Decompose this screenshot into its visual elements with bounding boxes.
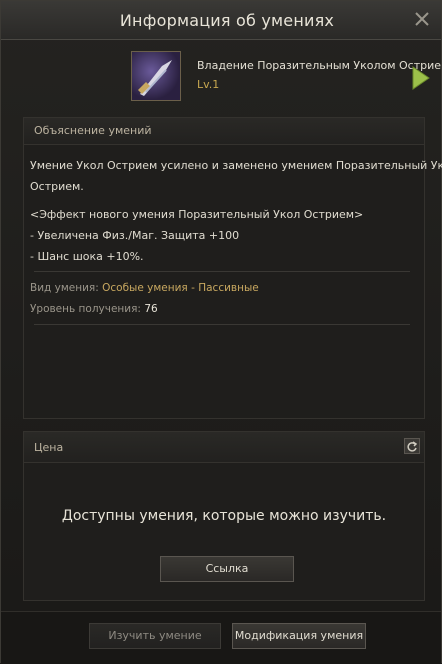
description-body: Умение Укол Острием усилено и заменено у… [24, 145, 442, 325]
learn-skill-button[interactable]: Изучить умение [89, 623, 221, 649]
refresh-icon[interactable] [404, 438, 420, 454]
divider [34, 324, 410, 325]
description-line: Острием. [30, 180, 84, 193]
acquire-level-label: Уровень получения [30, 303, 138, 315]
divider [34, 271, 410, 272]
next-skill-arrow-icon[interactable] [409, 65, 431, 91]
link-button[interactable]: Ссылка [160, 556, 294, 582]
modify-skill-button[interactable]: Модификация умения [232, 623, 366, 649]
description-header: Объяснение умений [24, 118, 424, 145]
skill-info-window: Информация об умениях Владение Поразител… [0, 0, 442, 664]
price-panel: Цена Доступны умения, которые можно изуч… [23, 431, 425, 601]
skill-type-label: Вид умения [30, 282, 96, 294]
close-icon[interactable] [413, 10, 431, 28]
description-line: Умение Укол Острием усилено и заменено у… [30, 159, 442, 172]
bottom-bar [1, 611, 441, 664]
skill-level: Lv.1 [197, 78, 220, 91]
window-title: Информация об умениях [119, 11, 335, 30]
acquire-level-value: 76 [144, 303, 158, 315]
skill-type-row: Вид умения: Особые умения - Пассивные [30, 282, 259, 294]
skill-name: Владение Поразительным Уколом Острием [197, 59, 442, 72]
description-panel: Объяснение умений Умение Укол Острием ус… [23, 117, 442, 419]
available-skills-text: Доступны умения, которые можно изучить. [61, 508, 387, 524]
acquire-level-row: Уровень получения: 76 [30, 303, 158, 315]
sword-thrust-skill-icon [131, 51, 181, 101]
skill-type-value: Особые умения - Пассивные [102, 282, 259, 294]
description-line [30, 197, 414, 204]
title-bar: Информация об умениях [1, 1, 441, 40]
skill-header: Владение Поразительным Уколом Острием Lv… [131, 51, 442, 103]
price-header: Цена [24, 432, 424, 463]
description-line: - Шанс шока +10%. [30, 250, 144, 263]
description-line: <Эффект нового умения Поразительный Укол… [30, 208, 364, 221]
description-line: - Увеличена Физ./Маг. Защита +100 [30, 229, 240, 242]
